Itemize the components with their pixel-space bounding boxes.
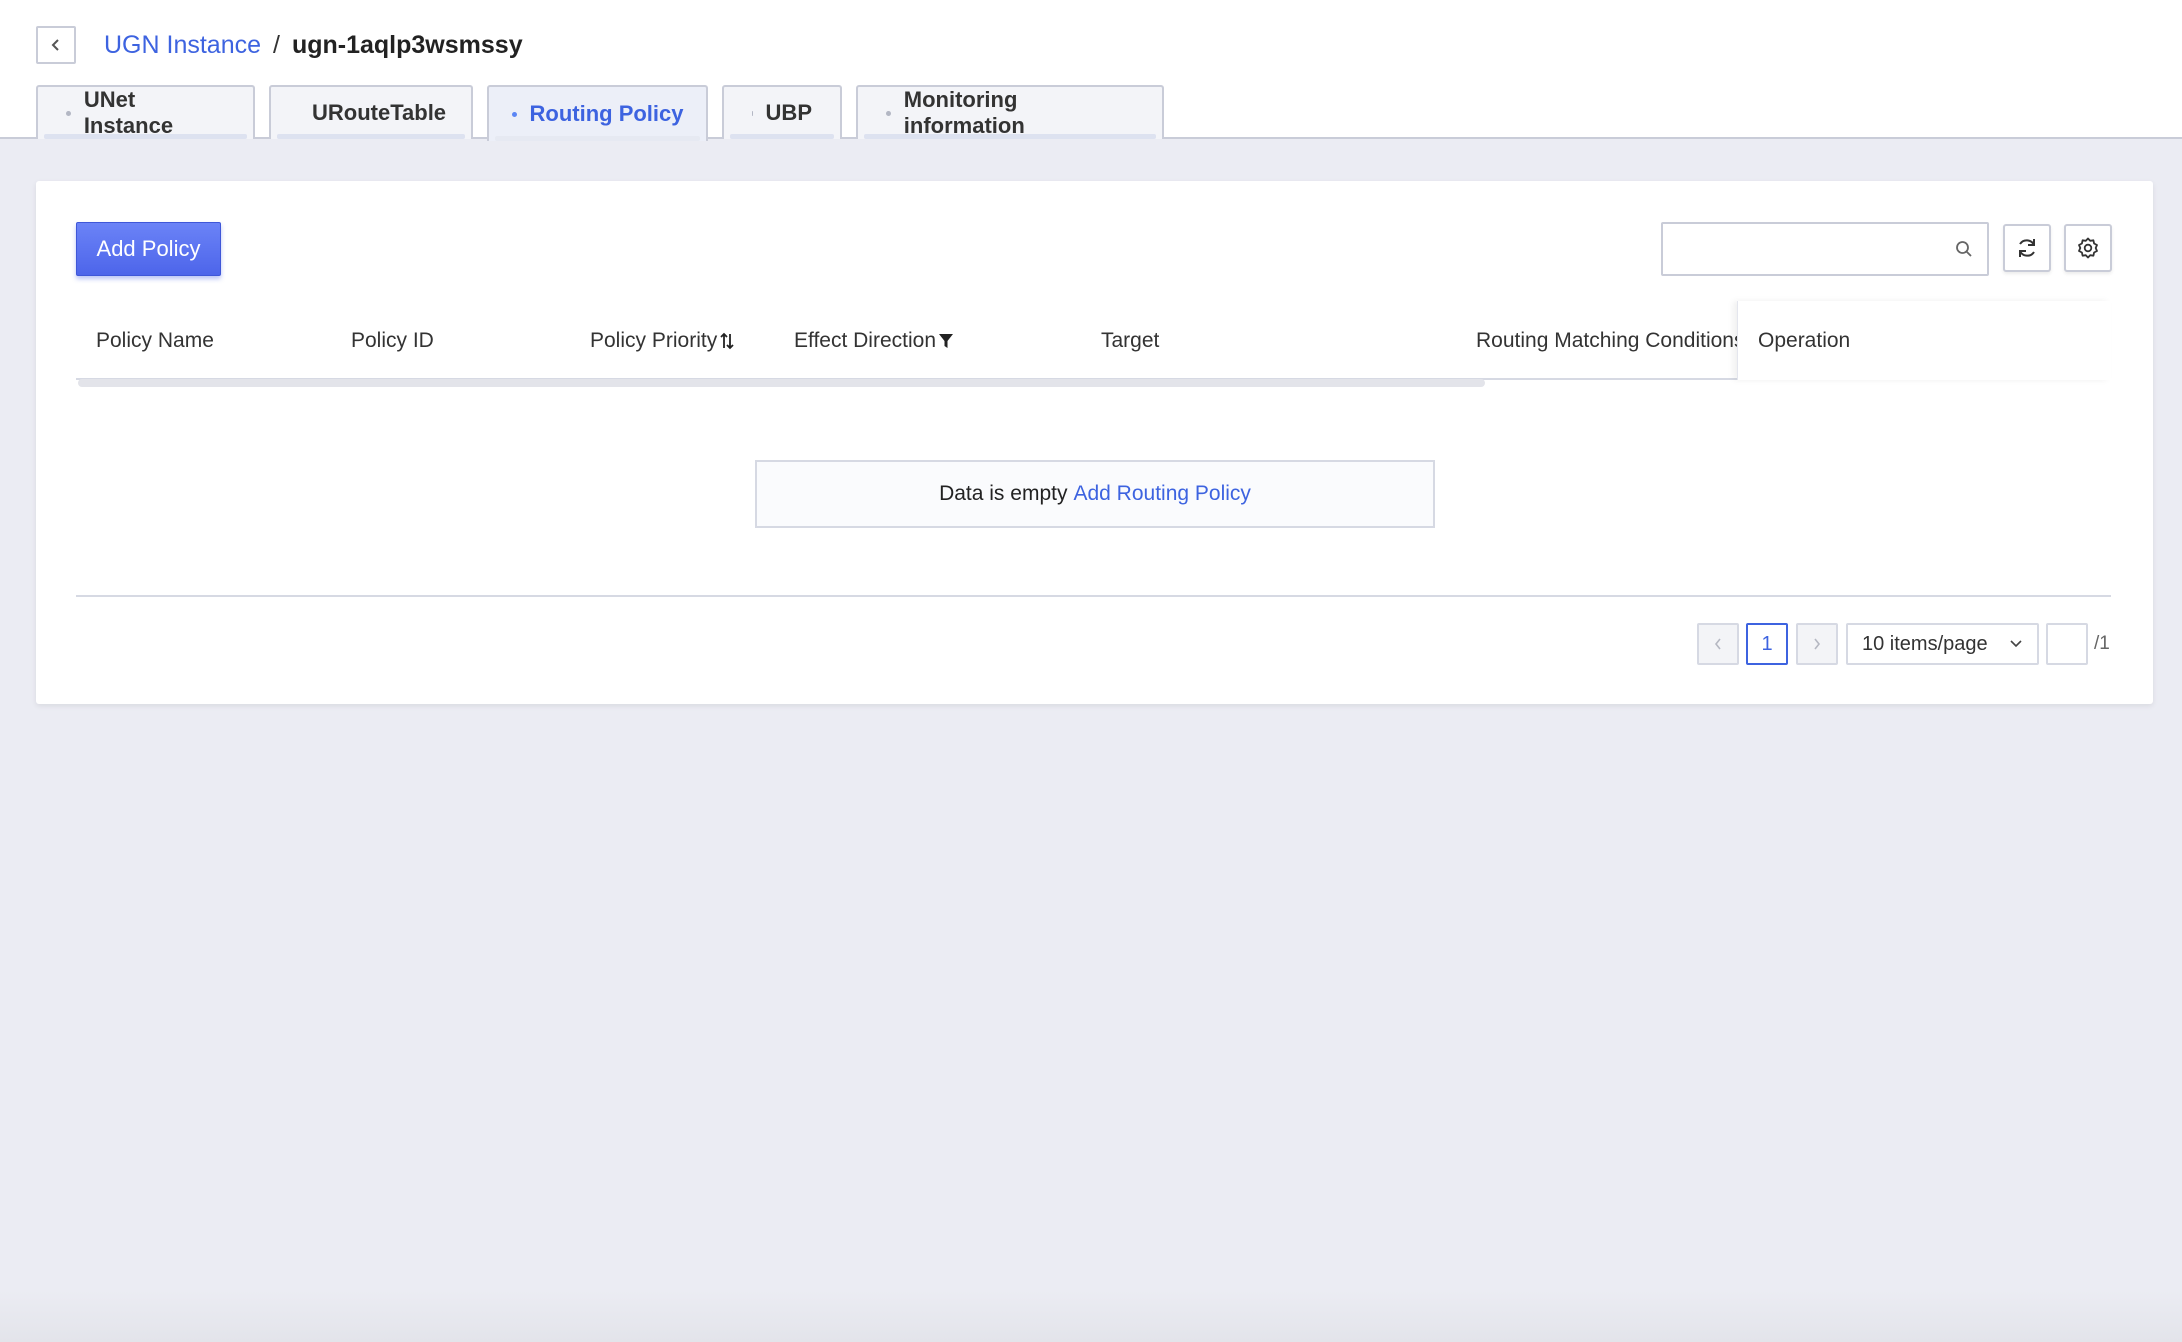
column-label: Routing Matching Conditions [1476, 328, 1745, 352]
column-label: Operation [1758, 328, 1851, 352]
prev-page-button[interactable] [1697, 623, 1739, 665]
page-size-label: 10 items/page [1862, 632, 1988, 655]
gear-icon [2078, 237, 2098, 259]
chevron-down-icon [2010, 640, 2022, 648]
column-policy-priority[interactable]: Policy Priority [590, 301, 735, 380]
next-page-button[interactable] [1796, 623, 1838, 665]
horizontal-scrollbar[interactable] [78, 379, 1485, 387]
tab-monitoring-information[interactable]: Monitoring information [856, 85, 1164, 139]
tab-label: URouteTable [312, 100, 447, 125]
column-routing-matching-conditions: Routing Matching Conditions [1476, 301, 1745, 380]
chevron-left-icon [1714, 638, 1721, 650]
tab-ubp[interactable]: UBP [722, 85, 842, 139]
column-label: Policy Name [96, 328, 214, 352]
tab-label: UNet Instance [83, 87, 174, 138]
search-box[interactable] [1661, 222, 1989, 276]
filter-icon[interactable] [938, 332, 954, 350]
header-bar: UGN Instance / ugn-1aqlp3wsmssy UNet Ins… [0, 0, 2182, 141]
tab-bar: UNet Instance URouteTable Routing Policy… [36, 85, 1178, 141]
page-number-current[interactable]: 1 [1746, 623, 1788, 665]
tab-dot-icon [511, 111, 517, 117]
tab-dot-icon [752, 110, 753, 116]
column-policy-name: Policy Name [96, 301, 214, 380]
column-label: Target [1101, 328, 1160, 352]
column-label: Effect Direction [794, 328, 937, 352]
add-routing-policy-link[interactable]: Add Routing Policy [1073, 482, 1250, 506]
chevron-right-icon [1814, 638, 1821, 650]
empty-state: Data is empty Add Routing Policy [755, 460, 1435, 528]
breadcrumb-separator: / [273, 30, 280, 59]
tab-routing-policy[interactable]: Routing Policy [487, 85, 708, 141]
tab-dot-icon [66, 110, 71, 116]
search-input[interactable] [1667, 228, 1937, 270]
refresh-button[interactable] [2003, 224, 2051, 272]
column-effect-direction[interactable]: Effect Direction [794, 301, 954, 380]
page-size-select[interactable]: 10 items/page [1846, 623, 2039, 665]
refresh-icon [2019, 239, 2035, 257]
search-icon[interactable] [1955, 240, 1973, 258]
tab-label: Monitoring information [903, 87, 1025, 138]
column-target: Target [1101, 301, 1159, 380]
column-label: Policy ID [351, 328, 434, 352]
column-label: Policy Priority [590, 328, 718, 352]
total-pages: /1 [2094, 633, 2110, 654]
tab-unet-instance[interactable]: UNet Instance [36, 85, 255, 139]
routing-policy-panel: Add Policy Policy Name Policy ID Policy … [36, 181, 2153, 704]
back-button[interactable] [36, 26, 76, 64]
chevron-left-icon [51, 39, 59, 51]
sort-icon[interactable] [719, 331, 735, 351]
page-title: ugn-1aqlp3wsmssy [291, 30, 523, 59]
page-jump-input[interactable] [2046, 623, 2088, 665]
settings-button[interactable] [2064, 224, 2112, 272]
breadcrumb: UGN Instance / ugn-1aqlp3wsmssy [104, 28, 523, 62]
divider [76, 595, 2111, 597]
tab-dot-icon [886, 110, 891, 116]
empty-text: Data is empty [939, 482, 1068, 505]
breadcrumb-ugn-instance[interactable]: UGN Instance [104, 31, 261, 60]
tab-uroutetable[interactable]: URouteTable [269, 85, 473, 139]
add-policy-button[interactable]: Add Policy [76, 222, 221, 276]
column-operation: Operation [1737, 301, 2111, 380]
tab-label: Routing Policy [529, 101, 684, 126]
bottom-shade [0, 1290, 2182, 1342]
column-policy-id: Policy ID [351, 301, 434, 380]
tab-label: UBP [765, 100, 812, 125]
table-header: Policy Name Policy ID Policy Priority Ef… [76, 301, 2111, 380]
